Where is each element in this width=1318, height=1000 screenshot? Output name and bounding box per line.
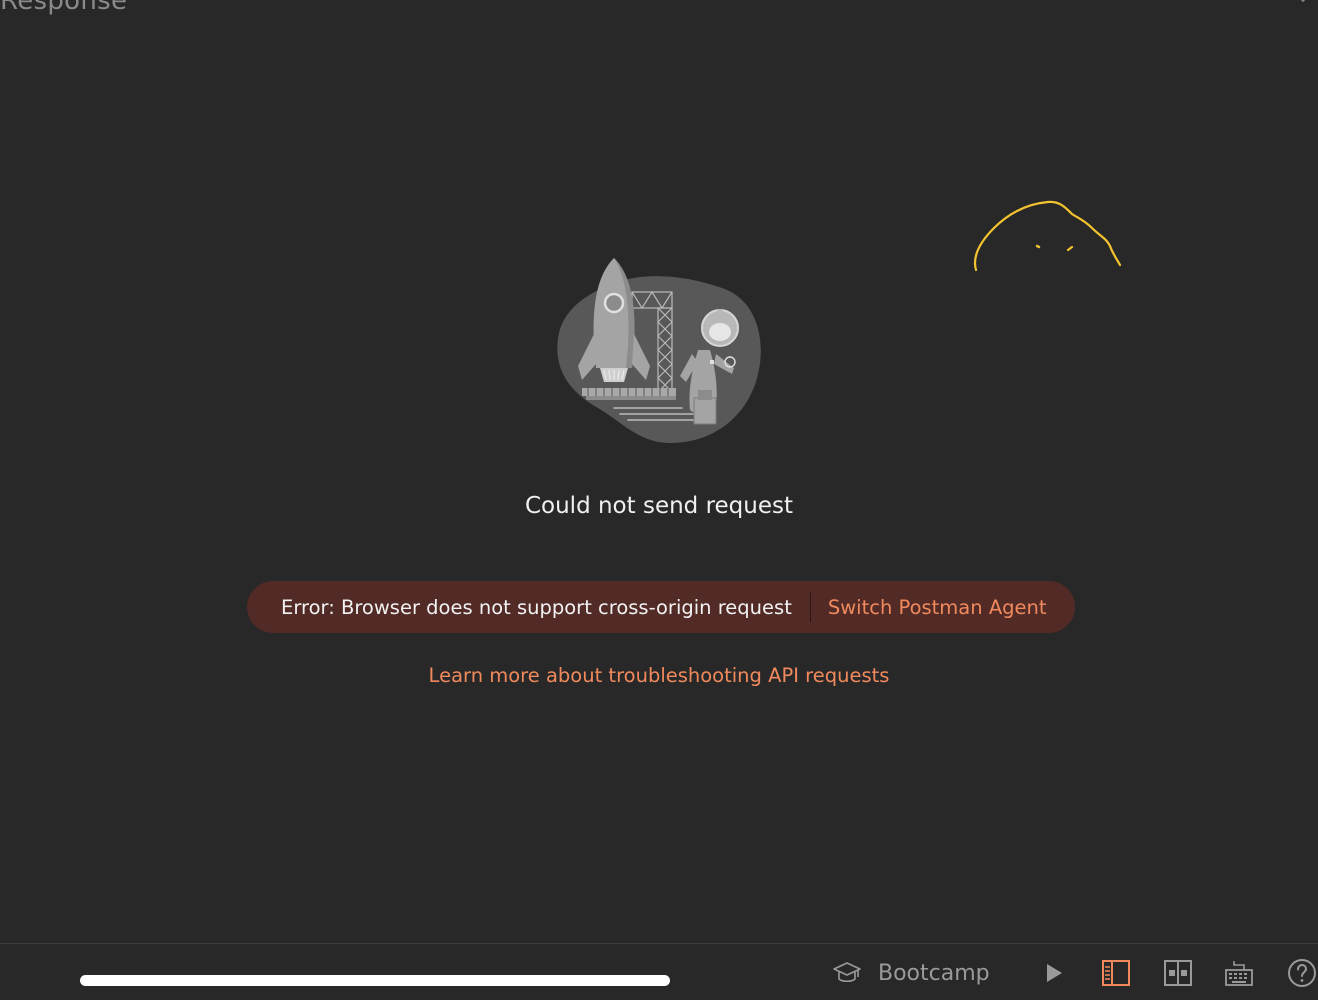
help-icon[interactable] — [1286, 957, 1318, 989]
switch-agent-link[interactable]: Switch Postman Agent — [828, 596, 1047, 619]
two-pane-view-icon[interactable] — [1100, 957, 1132, 989]
chevron-down-icon[interactable] — [1296, 0, 1310, 8]
runner-play-icon[interactable] — [1038, 957, 1070, 989]
learn-more-link[interactable]: Learn more about troubleshooting API req… — [0, 664, 1318, 687]
error-message: Error: Browser does not support cross-or… — [281, 595, 792, 619]
hand-drawn-annotation — [973, 200, 1122, 272]
graduation-cap-icon — [833, 962, 861, 983]
response-pane: Response Could not send request Error: B… — [0, 0, 1318, 1000]
response-title: Response — [0, 0, 128, 16]
bootcamp-label: Bootcamp — [878, 960, 990, 986]
layout-toggle-icon[interactable] — [1162, 957, 1194, 989]
home-indicator[interactable] — [80, 975, 670, 986]
keyboard-shortcuts-icon[interactable] — [1223, 957, 1255, 989]
error-banner: Error: Browser does not support cross-or… — [247, 581, 1075, 633]
banner-divider — [809, 592, 811, 622]
bootcamp-button[interactable]: Bootcamp — [832, 956, 990, 990]
error-heading: Could not send request — [524, 493, 794, 519]
rocket-astronaut-illustration — [557, 258, 761, 444]
